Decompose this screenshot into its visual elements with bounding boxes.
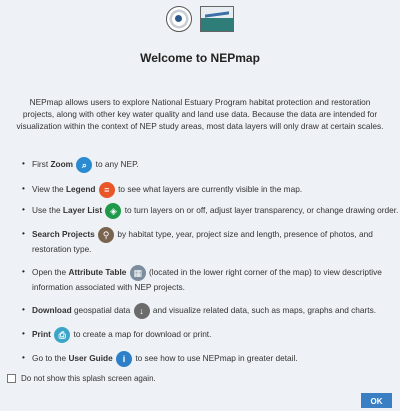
list-item-layer-list: Use the Layer List ◈ to turn layers on o…	[22, 203, 400, 219]
item-text: to turn layers on or off, adjust layer t…	[122, 205, 399, 216]
legend-icon: ≡	[98, 182, 115, 198]
intro-text: NEPmap allows users to explore National …	[16, 97, 384, 131]
list-item-legend: View the Legend ≡ to see what layers are…	[22, 182, 400, 198]
search-icon: ⚲	[98, 227, 115, 243]
item-text: to see how to use NEPmap in greater deta…	[133, 353, 298, 364]
list-item-print: Print ⎙ to create a map for download or …	[22, 327, 400, 343]
print-icon: ⎙	[54, 327, 71, 343]
item-text: and visualize related data, such as maps…	[150, 305, 377, 316]
epa-seal-logo	[166, 6, 192, 32]
item-bold: Zoom	[50, 159, 74, 170]
list-item-attribute-table: Open the Attribute Table ▦ (located in t…	[22, 265, 400, 293]
item-text: Use the	[32, 205, 63, 216]
item-bold: User Guide	[68, 353, 113, 364]
list-item-user-guide: Go to the User Guide i to see how to use…	[22, 351, 400, 367]
feature-list: First Zoom ⌕ to any NEP. View the Legend…	[14, 157, 400, 367]
layers-icon: ◈	[105, 203, 122, 219]
guide-icon: i	[116, 351, 133, 367]
item-bold: Print	[32, 329, 51, 340]
splash-dialog: Welcome to NEPmap NEPmap allows users to…	[0, 0, 400, 411]
item-text: First	[32, 159, 51, 170]
item-text: View the	[32, 184, 66, 195]
dialog-title: Welcome to NEPmap	[140, 51, 260, 65]
item-bold: Download	[32, 305, 72, 316]
table-icon: ▦	[129, 265, 146, 281]
dont-show-again[interactable]: Do not show this splash screen again.	[7, 374, 156, 383]
nep-logo	[200, 6, 234, 32]
item-bold: Search Projects	[32, 229, 95, 240]
item-bold: Attribute Table	[68, 267, 127, 278]
item-bold: Legend	[65, 184, 96, 195]
item-bold: Layer List	[62, 205, 103, 216]
dont-show-checkbox[interactable]	[7, 374, 16, 383]
download-icon: ↓	[133, 303, 150, 319]
item-text: Go to the	[32, 353, 69, 364]
list-item-zoom: First Zoom ⌕ to any NEP.	[22, 157, 400, 173]
list-item-download: Download geospatial data ↓ and visualize…	[22, 303, 400, 319]
item-text: to see what layers are currently visible…	[115, 184, 303, 195]
ok-button[interactable]: OK	[361, 393, 392, 408]
dont-show-label: Do not show this splash screen again.	[21, 374, 156, 383]
item-text: to create a map for download or print.	[71, 329, 212, 340]
logo-bar	[0, 6, 400, 32]
item-text: geospatial data	[71, 305, 133, 316]
zoom-icon: ⌕	[76, 157, 93, 173]
item-text: Open the	[32, 267, 69, 278]
list-item-search-projects: Search Projects ⚲ by habitat type, year,…	[22, 227, 400, 255]
item-text: to any NEP.	[93, 159, 139, 170]
